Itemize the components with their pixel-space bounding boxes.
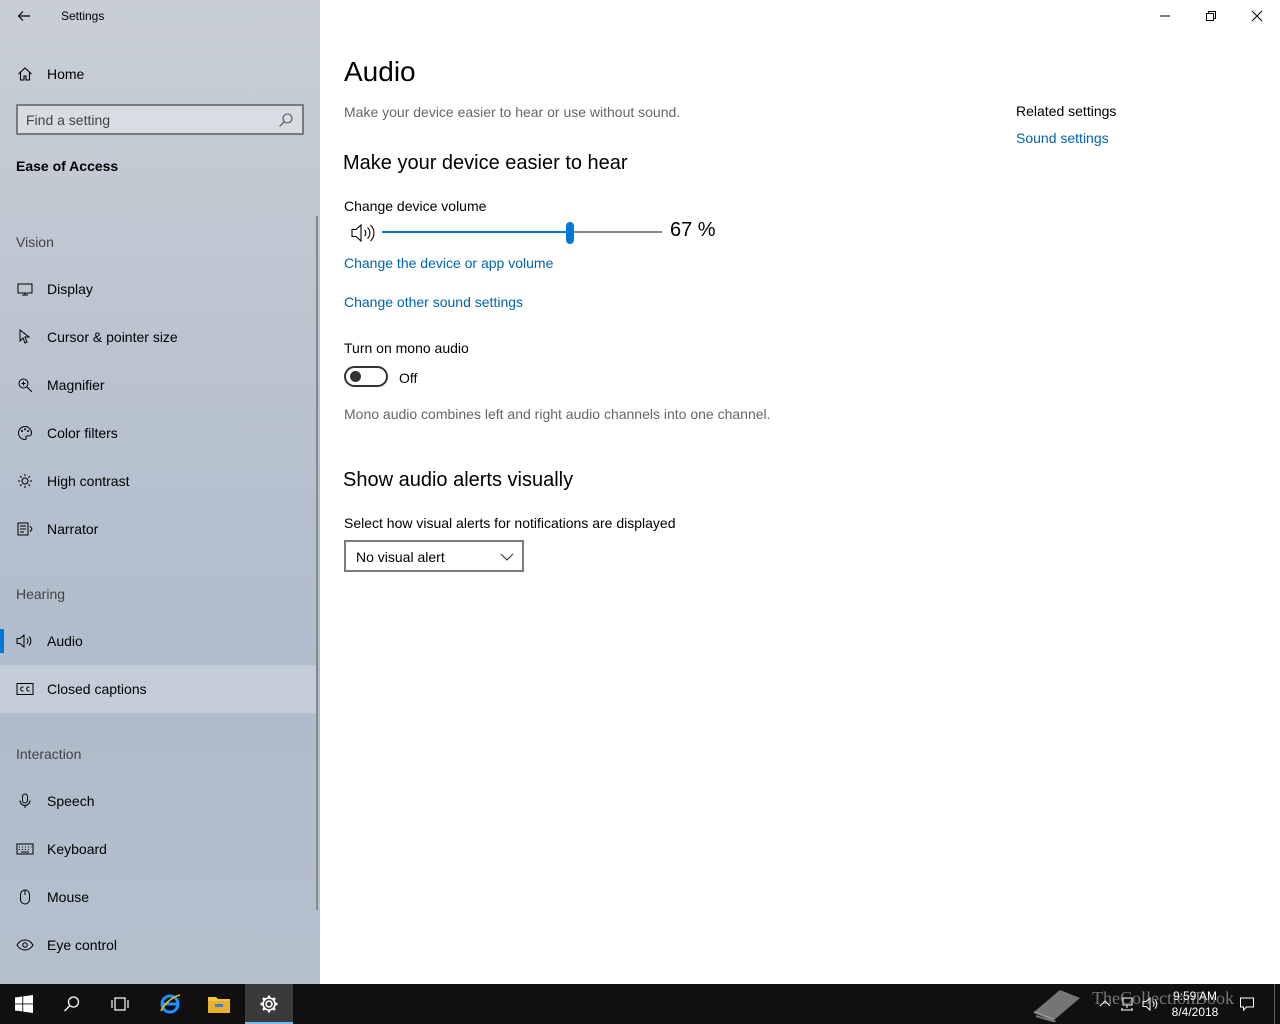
sidebar-item-narrator[interactable]: Narrator xyxy=(0,505,316,553)
chevron-down-icon xyxy=(500,553,514,561)
mono-audio-help: Mono audio combines left and right audio… xyxy=(344,406,771,422)
settings-taskbar-button[interactable] xyxy=(245,984,293,1024)
search-input[interactable] xyxy=(26,110,271,130)
slider-fill xyxy=(382,231,570,233)
mono-audio-label: Turn on mono audio xyxy=(344,340,469,356)
volume-label: Change device volume xyxy=(344,198,487,214)
restore-icon xyxy=(1206,11,1216,21)
sidebar-item-closed-captions[interactable]: Closed captions xyxy=(0,665,316,713)
change-app-volume-link[interactable]: Change the device or app volume xyxy=(344,255,553,271)
sidebar-item-label: High contrast xyxy=(47,473,130,489)
section-title-alerts: Show audio alerts visually xyxy=(343,469,574,491)
file-explorer-button[interactable] xyxy=(195,984,243,1024)
back-arrow-icon xyxy=(17,11,30,21)
sidebar-item-keyboard[interactable]: Keyboard xyxy=(0,825,316,873)
sidebar-item-label: Magnifier xyxy=(47,377,105,393)
visual-alerts-label: Select how visual alerts for notificatio… xyxy=(344,515,676,531)
speaker-icon xyxy=(16,632,34,650)
visual-alerts-dropdown[interactable]: No visual alert xyxy=(344,540,524,572)
search-icon[interactable] xyxy=(278,112,294,128)
sidebar-item-high-contrast[interactable]: High contrast xyxy=(0,457,316,505)
related-settings-heading: Related settings xyxy=(1016,103,1117,119)
close-button[interactable] xyxy=(1234,0,1280,32)
sidebar-item-label: Cursor & pointer size xyxy=(47,329,178,345)
home-icon xyxy=(16,65,34,83)
group-heading-vision: Vision xyxy=(16,234,54,250)
microphone-icon xyxy=(16,792,34,810)
book-logo-icon xyxy=(1033,990,1080,1022)
group-heading-interaction: Interaction xyxy=(16,746,82,762)
app-title: Settings xyxy=(61,9,105,23)
sidebar-item-label: Speech xyxy=(47,793,95,809)
show-desktop-button[interactable] xyxy=(1274,984,1280,1024)
internet-explorer-icon xyxy=(160,994,181,1014)
folder-icon xyxy=(208,997,230,1013)
sidebar-item-magnifier[interactable]: Magnifier xyxy=(0,361,316,409)
sidebar-item-eye-control[interactable]: Eye control xyxy=(0,921,316,969)
sidebar-item-label: Audio xyxy=(47,633,83,649)
watermark-text: TheCollectionBook xyxy=(1092,988,1234,1008)
sidebar-item-home[interactable]: Home xyxy=(0,56,320,92)
sound-settings-link[interactable]: Sound settings xyxy=(1016,130,1109,146)
sidebar-item-label: Color filters xyxy=(47,425,118,441)
search-taskbar-button[interactable] xyxy=(48,984,96,1024)
sidebar-item-label: Keyboard xyxy=(47,841,107,857)
mouse-icon xyxy=(16,888,34,906)
magnifier-icon xyxy=(16,376,34,394)
narrator-icon xyxy=(16,520,34,538)
sidebar-item-label: Home xyxy=(47,66,85,82)
sidebar-item-label: Eye control xyxy=(47,937,118,953)
mono-audio-toggle[interactable] xyxy=(344,366,388,387)
sidebar-item-color-filters[interactable]: Color filters xyxy=(0,409,316,457)
page-description: Make your device easier to hear or use w… xyxy=(344,104,681,120)
cc-icon xyxy=(16,680,34,698)
search-box[interactable] xyxy=(16,104,304,135)
task-view-button[interactable] xyxy=(96,984,144,1024)
sidebar-item-label: Closed captions xyxy=(47,681,147,697)
minimize-button[interactable] xyxy=(1142,0,1188,32)
cursor-icon xyxy=(16,328,34,346)
display-icon xyxy=(16,280,34,298)
sidebar-item-mouse[interactable]: Mouse xyxy=(0,873,316,921)
volume-slider[interactable] xyxy=(382,222,662,244)
group-heading-hearing: Hearing xyxy=(16,586,66,602)
sidebar: Settings Home Ease of Access Vision Disp… xyxy=(0,0,320,984)
volume-row: 67 % xyxy=(344,216,744,248)
start-button[interactable] xyxy=(0,984,48,1024)
minimize-icon xyxy=(1160,15,1170,17)
palette-icon xyxy=(16,424,34,442)
sidebar-item-label: Display xyxy=(47,281,93,297)
sidebar-item-audio[interactable]: Audio xyxy=(0,617,316,665)
internet-explorer-button[interactable] xyxy=(146,984,194,1024)
eye-icon xyxy=(16,936,34,954)
watermark: TheCollectionBook xyxy=(1030,986,1270,1024)
sidebar-scrollbar[interactable] xyxy=(316,216,318,910)
sidebar-item-label: Mouse xyxy=(47,889,90,905)
sidebar-item-label: Narrator xyxy=(47,521,99,537)
toggle-knob xyxy=(350,371,361,382)
sun-icon xyxy=(16,472,34,490)
slider-thumb[interactable] xyxy=(566,222,574,244)
windows-logo-icon xyxy=(15,995,33,1013)
change-other-sound-settings-link[interactable]: Change other sound settings xyxy=(344,294,523,310)
gear-icon xyxy=(260,995,278,1013)
keyboard-icon xyxy=(16,840,34,858)
category-title: Ease of Access xyxy=(16,158,119,174)
sidebar-item-speech[interactable]: Speech xyxy=(0,777,316,825)
title-bar: Settings xyxy=(0,0,320,32)
task-view-icon xyxy=(111,997,129,1011)
section-title-hear: Make your device easier to hear xyxy=(343,152,628,174)
sidebar-item-display[interactable]: Display xyxy=(0,265,316,313)
close-icon xyxy=(1251,10,1263,22)
volume-value: 67 % xyxy=(670,219,716,241)
back-button[interactable] xyxy=(10,4,38,28)
page-title: Audio xyxy=(344,56,416,87)
volume-speaker-icon[interactable] xyxy=(350,222,376,244)
sidebar-item-cursor[interactable]: Cursor & pointer size xyxy=(0,313,316,361)
dropdown-value: No visual alert xyxy=(356,549,445,565)
restore-button[interactable] xyxy=(1188,0,1234,32)
search-icon xyxy=(64,996,80,1012)
mono-audio-state: Off xyxy=(399,370,418,386)
